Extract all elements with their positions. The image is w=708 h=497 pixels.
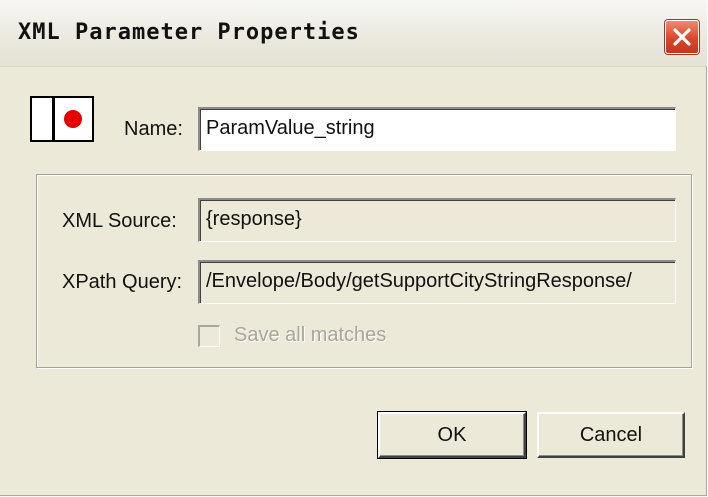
xml-source-field[interactable]: {response} [198, 198, 676, 242]
ok-button[interactable]: OK [377, 411, 527, 459]
xpath-query-field[interactable]: /Envelope/Body/getSupportCityStringRespo… [198, 260, 676, 304]
parameter-icon [30, 96, 94, 142]
red-dot [64, 110, 82, 128]
name-field[interactable]: ParamValue_string [198, 107, 676, 151]
xml-parameter-properties-dialog: XML Parameter Properties Name: ParamValu… [0, 0, 707, 496]
xml-source-label: XML Source: [62, 210, 177, 232]
save-all-matches-checkbox[interactable] [198, 325, 220, 347]
title-bar[interactable]: XML Parameter Properties [0, 0, 707, 67]
xpath-query-label: XPath Query: [62, 271, 183, 293]
cancel-button[interactable]: Cancel [537, 412, 685, 458]
name-label: Name: [124, 118, 183, 140]
close-button[interactable] [665, 20, 699, 54]
dialog-title: XML Parameter Properties [18, 20, 360, 45]
close-icon [673, 28, 691, 46]
save-all-matches-label: Save all matches [234, 324, 387, 346]
